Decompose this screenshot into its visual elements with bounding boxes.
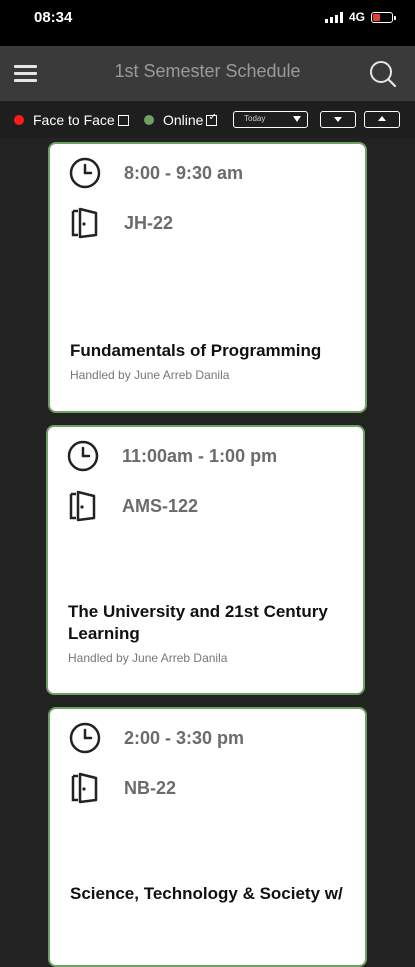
online-checkbox[interactable]: ✓ (206, 111, 218, 126)
face-to-face-checkbox[interactable] (117, 114, 129, 126)
schedule-card[interactable]: 11:00am - 1:00 pm AMS-122 The University… (46, 425, 365, 695)
status-time: 08:34 (34, 9, 73, 26)
time-row: 8:00 - 9:30 am (68, 156, 243, 190)
status-bar: 08:34 4G (0, 0, 415, 46)
room-code: JH-22 (124, 212, 174, 233)
instructor-label: Handled by June Arreb Danila (70, 368, 230, 382)
online-label: Online (163, 112, 204, 128)
time-row: 2:00 - 3:30 pm (68, 721, 244, 755)
door-icon (66, 489, 100, 523)
room-code: AMS-122 (122, 495, 199, 516)
room-code: NB-22 (124, 777, 177, 798)
clock-icon (66, 439, 100, 473)
app-header: 1st Semester Schedule (0, 46, 415, 101)
scroll-up-button[interactable] (364, 111, 400, 128)
schedule-card[interactable]: 8:00 - 9:30 am JH-22 Fundamentals of Pro… (48, 142, 367, 413)
legend-face-to-face[interactable]: Face to Face (14, 112, 129, 128)
clock-icon (68, 156, 102, 190)
search-icon[interactable] (369, 60, 397, 88)
battery-icon (371, 11, 396, 23)
door-icon (68, 206, 102, 240)
course-title: Fundamentals of Programming (70, 341, 322, 360)
status-icons: 4G (324, 10, 396, 24)
face-to-face-label: Face to Face (33, 112, 115, 128)
chevron-down-icon (293, 116, 301, 122)
class-time: 8:00 - 9:30 am (124, 162, 244, 183)
room-row: JH-22 (68, 206, 173, 240)
filter-bar: Face to Face Online ✓ Today (0, 101, 415, 137)
instructor-label: Handled by June Arreb Danila (68, 651, 228, 665)
period-select-value: Today (244, 114, 266, 123)
class-time: 2:00 - 3:30 pm (124, 727, 245, 748)
period-select[interactable]: Today (233, 111, 308, 128)
class-time: 11:00am - 1:00 pm (122, 445, 278, 466)
course-title: Science, Technology & Society w/ (70, 884, 343, 903)
time-row: 11:00am - 1:00 pm (66, 439, 277, 473)
checkmark-icon: ✓ (208, 111, 217, 123)
network-label: 4G (348, 10, 365, 24)
door-icon (68, 771, 102, 805)
arrow-up-icon (378, 116, 386, 121)
scroll-down-button[interactable] (320, 111, 356, 128)
online-dot-icon (144, 115, 154, 125)
arrow-down-icon (334, 117, 342, 122)
course-title: The University and 21st Century Learning (68, 602, 328, 643)
room-row: AMS-122 (66, 489, 198, 523)
clock-icon (68, 721, 102, 755)
signal-icon (324, 11, 343, 23)
page-title: 1st Semester Schedule (114, 61, 301, 81)
room-row: NB-22 (68, 771, 176, 805)
face-to-face-dot-icon (14, 115, 24, 125)
legend-online[interactable]: Online ✓ (144, 111, 218, 128)
schedule-card[interactable]: 2:00 - 3:30 pm NB-22 Science, Technology… (48, 707, 367, 967)
